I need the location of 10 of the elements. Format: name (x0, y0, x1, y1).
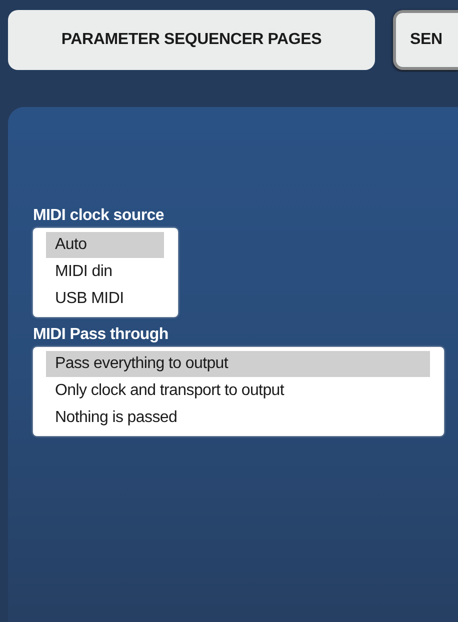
tab[interactable]: SEN (393, 10, 458, 70)
list-option[interactable]: Only clock and transport to output (46, 378, 430, 404)
tab[interactable]: PARAMETER SEQUENCER PAGES (8, 10, 375, 70)
list-option[interactable]: Nothing is passed (46, 405, 430, 431)
list-option[interactable]: USB MIDI (46, 286, 164, 312)
list-label: MIDI clock source (33, 207, 165, 225)
list-option[interactable]: Pass everything to output (46, 351, 430, 377)
list-option[interactable]: MIDI din (46, 259, 164, 285)
list-option[interactable]: Auto (46, 232, 164, 258)
list-label: MIDI Pass through (33, 326, 170, 344)
